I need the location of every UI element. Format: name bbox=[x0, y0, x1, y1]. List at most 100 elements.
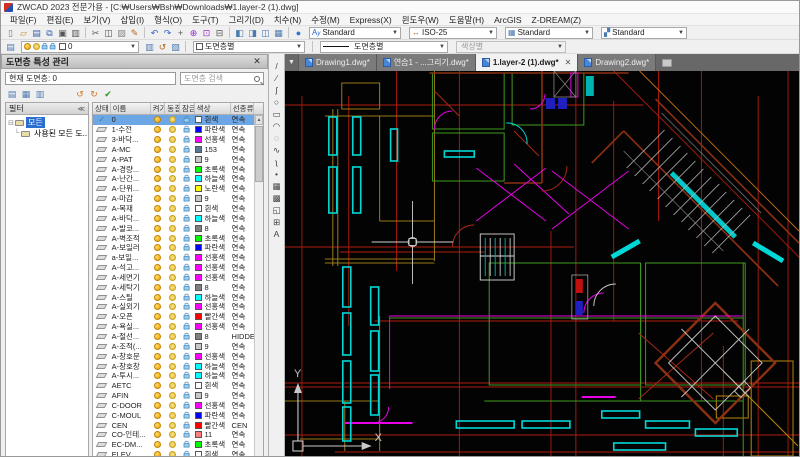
layer-lock-toggle[interactable] bbox=[180, 145, 195, 155]
layer-freeze-toggle[interactable] bbox=[165, 243, 180, 253]
table-row[interactable]: CO-인테... 11 연속 bbox=[93, 430, 254, 440]
layer-on-toggle[interactable] bbox=[151, 233, 166, 243]
layer-linetype-cell[interactable]: 연속 bbox=[231, 400, 254, 410]
save-all-icon[interactable]: ⧉ bbox=[43, 27, 56, 39]
layer-on-toggle[interactable] bbox=[151, 154, 166, 164]
layer-linetype-cell[interactable]: 연속 bbox=[231, 341, 254, 351]
layer-color-cell[interactable]: 하늘색 bbox=[194, 174, 230, 184]
undo-icon[interactable]: ↶ bbox=[148, 27, 161, 39]
viewport-three-icon[interactable]: ◫ bbox=[259, 27, 272, 39]
ellipse-tool-icon[interactable]: ◌ bbox=[270, 132, 284, 144]
layer-linetype-cell[interactable]: 연속 bbox=[231, 125, 254, 135]
layer-on-toggle[interactable] bbox=[151, 194, 166, 204]
table-row[interactable]: A-절선... 8 HIDDEN bbox=[93, 332, 254, 342]
layer-on-toggle[interactable] bbox=[151, 381, 166, 391]
layer-color-cell[interactable]: 초록색 bbox=[194, 233, 230, 243]
layer-lock-toggle[interactable] bbox=[180, 233, 195, 243]
table-row[interactable]: A-마감 9 연속 bbox=[93, 194, 254, 204]
menu-item[interactable]: 치수(N) bbox=[269, 14, 306, 26]
layer-linetype-cell[interactable]: 연속 bbox=[231, 145, 254, 155]
layer-lock-toggle[interactable] bbox=[180, 263, 195, 273]
table-row[interactable]: A-PAT 9 연속 bbox=[93, 154, 254, 164]
layer-on-toggle[interactable] bbox=[151, 282, 166, 292]
layer-linetype-cell[interactable]: 연속 bbox=[231, 450, 254, 456]
layer-linetype-cell[interactable]: 연속 bbox=[231, 115, 254, 125]
drawing-canvas[interactable]: Y X bbox=[285, 71, 799, 456]
layer-lock-toggle[interactable] bbox=[180, 420, 195, 430]
save-icon[interactable]: ▤ bbox=[30, 27, 43, 39]
layer-color-cell[interactable]: 흰색 bbox=[194, 204, 230, 214]
layer-lock-toggle[interactable] bbox=[180, 312, 195, 322]
new-property-filter-icon[interactable]: ▤ bbox=[5, 88, 19, 100]
layer-color-cell[interactable]: 8 bbox=[194, 223, 230, 233]
close-tab-icon[interactable]: ✕ bbox=[562, 58, 572, 67]
set-current-icon[interactable]: ✔ bbox=[101, 88, 115, 100]
layer-lock-toggle[interactable] bbox=[180, 273, 195, 283]
layer-on-toggle[interactable] bbox=[151, 273, 166, 283]
layer-lock-toggle[interactable] bbox=[180, 135, 195, 145]
layer-linetype-cell[interactable]: 연속 bbox=[231, 381, 254, 391]
layer-color-cell[interactable]: 빨간색 bbox=[194, 420, 230, 430]
layer-freeze-toggle[interactable] bbox=[165, 371, 180, 381]
table-row[interactable]: EC-DM... 초록색 연속 bbox=[93, 440, 254, 450]
circle-tool-icon[interactable]: ○ bbox=[270, 96, 284, 108]
layer-freeze-toggle[interactable] bbox=[165, 332, 180, 342]
layer-freeze-toggle[interactable] bbox=[165, 420, 180, 430]
layer-freeze-toggle[interactable] bbox=[165, 253, 180, 263]
new-drawing-button[interactable] bbox=[658, 54, 676, 71]
layer-freeze-toggle[interactable] bbox=[165, 233, 180, 243]
layer-lock-toggle[interactable] bbox=[180, 391, 195, 401]
layer-combo[interactable]: 0 ▼ bbox=[21, 40, 139, 53]
layer-linetype-cell[interactable]: 연속 bbox=[231, 174, 254, 184]
layer-freeze-toggle[interactable] bbox=[165, 381, 180, 391]
mtext-tool-icon[interactable]: A bbox=[270, 228, 284, 240]
layer-color-cell[interactable]: 선홍색 bbox=[194, 322, 230, 332]
layer-color-cell[interactable]: 8 bbox=[194, 282, 230, 292]
layer-color-cell[interactable]: 9 bbox=[194, 341, 230, 351]
layer-linetype-cell[interactable]: 연속 bbox=[231, 410, 254, 420]
copy-icon[interactable]: ◫ bbox=[102, 27, 115, 39]
table-row[interactable]: A-발코... 8 연속 bbox=[93, 223, 254, 233]
layer-on-toggle[interactable] bbox=[151, 400, 166, 410]
layer-freeze-toggle[interactable] bbox=[165, 430, 180, 440]
viewport-two-icon[interactable]: ◨ bbox=[246, 27, 259, 39]
column-header-6[interactable]: 선종류 bbox=[231, 103, 255, 114]
layer-freeze-toggle[interactable] bbox=[165, 184, 180, 194]
layer-linetype-cell[interactable]: 연속 bbox=[231, 371, 254, 381]
layer-on-toggle[interactable] bbox=[151, 213, 166, 223]
table-row[interactable]: A-세면기 선홍색 연속 bbox=[93, 273, 254, 283]
column-header-1[interactable]: 이름 bbox=[111, 103, 151, 114]
layer-freeze-toggle[interactable] bbox=[165, 125, 180, 135]
viewport-single-icon[interactable]: ◧ bbox=[233, 27, 246, 39]
vertical-scrollbar[interactable]: ▲ bbox=[254, 115, 263, 456]
table-row[interactable]: A-난간... 하늘색 연속 bbox=[93, 174, 254, 184]
layer-color-cell[interactable]: 9 bbox=[194, 154, 230, 164]
layer-on-toggle[interactable] bbox=[151, 450, 166, 456]
layer-color-cell[interactable]: 빨간색 bbox=[194, 312, 230, 322]
layer-lock-toggle[interactable] bbox=[180, 253, 195, 263]
filter-tree-item[interactable]: └ 사용된 모든 도... bbox=[7, 128, 87, 139]
layer-lock-toggle[interactable] bbox=[180, 322, 195, 332]
layer-freeze-toggle[interactable] bbox=[165, 312, 180, 322]
layer-linetype-cell[interactable]: 연속 bbox=[231, 440, 254, 450]
layer-lock-toggle[interactable] bbox=[180, 410, 195, 420]
layer-linetype-cell[interactable]: 연속 bbox=[231, 135, 254, 145]
layer-on-toggle[interactable] bbox=[151, 351, 166, 361]
layer-on-toggle[interactable] bbox=[151, 223, 166, 233]
table-row[interactable]: A-스틸 하늘색 연속 bbox=[93, 292, 254, 302]
layer-color-cell[interactable]: 9 bbox=[194, 194, 230, 204]
document-tab[interactable]: 연습1 - ...그리기.dwg* bbox=[376, 54, 476, 71]
document-tab[interactable]: Drawing1.dwg* bbox=[299, 54, 377, 71]
layer-states-manager-icon[interactable]: ▥ bbox=[33, 88, 47, 100]
layer-on-toggle[interactable] bbox=[151, 430, 166, 440]
layer-freeze-toggle[interactable] bbox=[165, 223, 180, 233]
table-row[interactable]: A-창호창 하늘색 연속 bbox=[93, 361, 254, 371]
layer-on-toggle[interactable] bbox=[151, 312, 166, 322]
layer-lock-toggle[interactable] bbox=[180, 194, 195, 204]
rectangle-tool-icon[interactable]: ▭ bbox=[270, 108, 284, 120]
layer-color-cell[interactable]: 초록색 bbox=[194, 440, 230, 450]
layer-color-cell[interactable]: 흰색 bbox=[194, 381, 230, 391]
open-icon[interactable]: ▱ bbox=[17, 27, 30, 39]
layer-freeze-toggle[interactable] bbox=[165, 263, 180, 273]
paste-icon[interactable]: ▨ bbox=[115, 27, 128, 39]
